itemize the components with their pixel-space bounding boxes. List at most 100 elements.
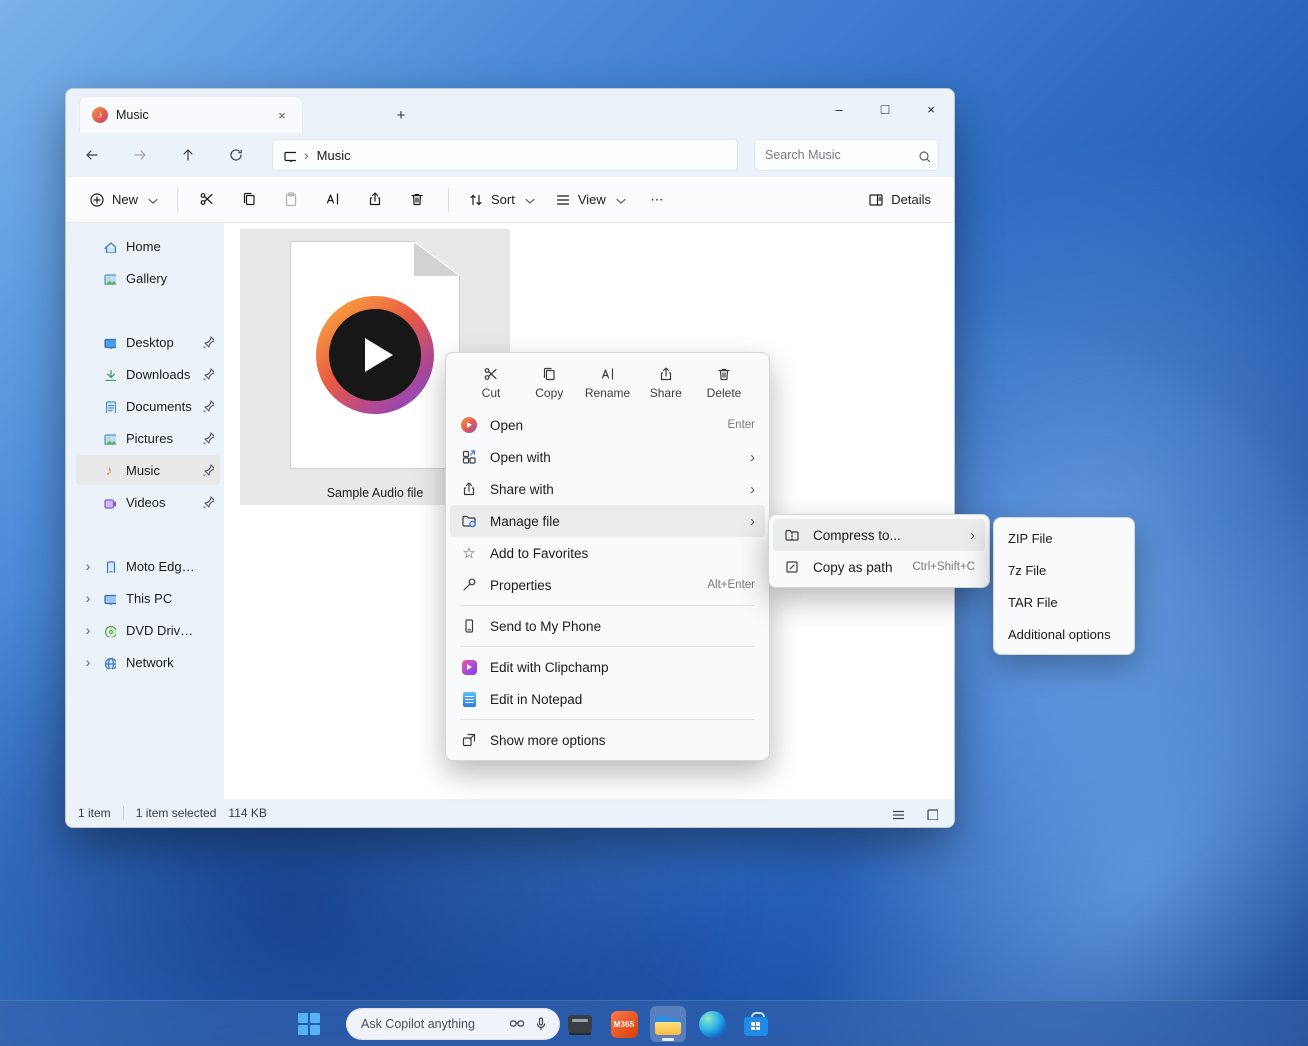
sidebar-item-label: Pictures	[126, 431, 173, 446]
sidebar-item-label: Downloads	[126, 367, 190, 382]
expand-chevron-icon[interactable]: ›	[76, 622, 100, 638]
submenu-item-additional-options[interactable]: Additional options	[998, 618, 1130, 650]
taskbar-icon-file-explorer[interactable]	[650, 1006, 686, 1042]
phone-icon	[100, 560, 118, 573]
sidebar-item-gallery[interactable]: Gallery	[76, 263, 220, 293]
windows-logo-icon	[298, 1013, 308, 1023]
sidebar-item-label: Videos	[126, 495, 166, 510]
menu-item-edit-with-clipchamp[interactable]: Edit with Clipchamp	[450, 651, 765, 683]
audio-file-paper	[290, 241, 460, 469]
videos-icon	[100, 496, 118, 509]
menu-item-manage-file[interactable]: Manage file ›	[450, 505, 765, 537]
view-button[interactable]: View	[546, 183, 635, 217]
menu-item-label: Compress to...	[813, 528, 901, 543]
taskbar: M365	[0, 1000, 1308, 1046]
menu-item-edit-in-notepad[interactable]: Edit in Notepad	[450, 683, 765, 715]
menu-item-label: Copy as path	[813, 560, 893, 575]
forward-arrow-icon	[132, 147, 148, 163]
sort-button[interactable]: Sort	[459, 183, 544, 217]
maximize-button[interactable]: □	[862, 89, 908, 129]
close-button[interactable]: ×	[908, 89, 954, 129]
paste-button[interactable]	[272, 183, 312, 217]
refresh-button[interactable]	[220, 139, 252, 171]
forward-button[interactable]	[124, 139, 156, 171]
menu-item-shortcut: Ctrl+Shift+C	[912, 561, 975, 573]
sidebar-item-this-pc[interactable]: › This PC	[76, 583, 220, 613]
minimize-button[interactable]: –	[816, 89, 862, 129]
details-view-toggle[interactable]	[886, 802, 908, 824]
menu-item-show-more-options[interactable]: Show more options	[450, 724, 765, 756]
sidebar-item-network[interactable]: › Network	[76, 647, 220, 677]
sidebar-item-dvd-drive[interactable]: › DVD Drive (D:) CCC	[76, 615, 220, 645]
address-bar[interactable]: › Music	[272, 139, 738, 171]
sidebar-item-moto-edge[interactable]: › Moto Edge 50 Neo	[76, 551, 220, 581]
taskbar-icon-device[interactable]	[562, 1006, 598, 1042]
cut-button[interactable]	[188, 183, 228, 217]
share-icon	[367, 191, 385, 209]
quick-delete-button[interactable]: Delete	[697, 359, 751, 405]
list-view-icon	[891, 807, 904, 820]
details-button[interactable]: Details	[859, 183, 940, 217]
copilot-search-input[interactable]	[361, 1017, 501, 1031]
expand-chevron-icon[interactable]: ›	[76, 558, 100, 574]
expand-chevron-icon[interactable]: ›	[76, 590, 100, 606]
menu-item-shortcut: Alt+Enter	[707, 579, 755, 591]
tab-close-icon[interactable]: ×	[272, 105, 292, 125]
taskbar-icon-edge[interactable]	[694, 1006, 730, 1042]
new-button[interactable]: New	[80, 183, 167, 217]
quick-cut-button[interactable]: Cut	[464, 359, 518, 405]
menu-item-send-to-my-phone[interactable]: Send to My Phone	[450, 610, 765, 642]
details-button-label: Details	[891, 192, 931, 207]
delete-button[interactable]	[398, 183, 438, 217]
paper-fold-corner	[414, 242, 459, 276]
expand-chevron-icon[interactable]: ›	[76, 654, 100, 670]
quick-copy-button[interactable]: Copy	[522, 359, 576, 405]
thumbnail-view-toggle[interactable]	[920, 802, 942, 824]
sidebar-section-gap	[76, 295, 220, 327]
quick-rename-button[interactable]: Rename	[581, 359, 635, 405]
sidebar-item-home[interactable]: Home	[76, 231, 220, 261]
sidebar-item-pictures[interactable]: Pictures	[76, 423, 220, 453]
menu-item-add-to-favorites[interactable]: ☆ Add to Favorites	[450, 537, 765, 569]
menu-item-label: Show more options	[490, 733, 606, 748]
sidebar-item-videos[interactable]: Videos	[76, 487, 220, 517]
menu-item-label: Share with	[490, 482, 554, 497]
submenu-item-7z-file[interactable]: 7z File	[998, 554, 1130, 586]
quick-action-label: Share	[650, 386, 682, 400]
submenu-item-zip-file[interactable]: ZIP File	[998, 522, 1130, 554]
paste-icon	[283, 191, 301, 209]
monitor-icon	[283, 149, 296, 162]
up-button[interactable]	[172, 139, 204, 171]
quick-share-button[interactable]: Share	[639, 359, 693, 405]
copilot-goggles-icon[interactable]	[509, 1016, 525, 1032]
command-toolbar: New Sort	[66, 177, 954, 223]
status-bar: 1 item 1 item selected 114 KB	[66, 799, 954, 827]
more-options-button[interactable]: ⋯	[637, 183, 677, 217]
share-button[interactable]	[356, 183, 396, 217]
menu-item-properties[interactable]: Properties Alt+Enter	[450, 569, 765, 601]
breadcrumb-location[interactable]: Music	[317, 148, 351, 163]
submenu-item-compress-to[interactable]: Compress to... ›	[773, 519, 985, 551]
back-button[interactable]	[76, 139, 108, 171]
submenu-item-tar-file[interactable]: TAR File	[998, 586, 1130, 618]
tab-music[interactable]: ♪ Music ×	[79, 96, 303, 133]
submenu-item-copy-as-path[interactable]: Copy as path Ctrl+Shift+C	[773, 551, 985, 583]
menu-item-share-with[interactable]: Share with ›	[450, 473, 765, 505]
copy-button[interactable]	[230, 183, 270, 217]
start-button[interactable]	[298, 1013, 320, 1035]
menu-item-open[interactable]: Open Enter	[450, 409, 765, 441]
sidebar-item-downloads[interactable]: Downloads	[76, 359, 220, 389]
sidebar-item-documents[interactable]: Documents	[76, 391, 220, 421]
new-tab-button[interactable]: +	[388, 102, 414, 128]
menu-item-open-with[interactable]: Open with ›	[450, 441, 765, 473]
toolbar-separator	[448, 188, 449, 212]
sidebar-item-music[interactable]: ♪ Music	[76, 455, 220, 485]
rename-button[interactable]	[314, 183, 354, 217]
taskbar-icon-store[interactable]	[738, 1006, 774, 1042]
search-input[interactable]	[765, 148, 917, 162]
sidebar-item-desktop[interactable]: Desktop	[76, 327, 220, 357]
large-icons-view-icon	[925, 807, 938, 820]
microphone-icon[interactable]	[533, 1016, 549, 1032]
plus-circle-icon	[89, 192, 105, 208]
taskbar-icon-m365[interactable]: M365	[606, 1006, 642, 1042]
